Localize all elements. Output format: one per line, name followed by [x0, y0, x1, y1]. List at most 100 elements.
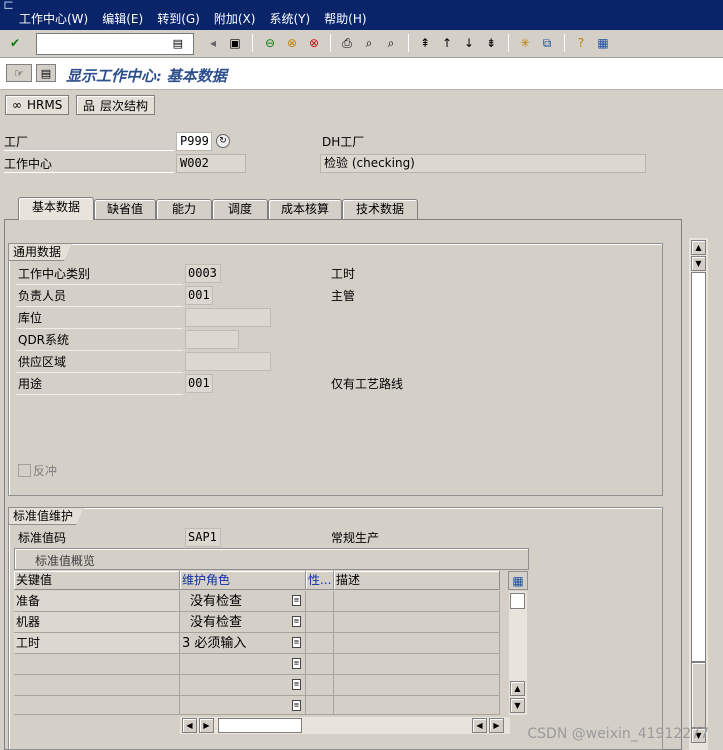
enter-check-icon[interactable]: ✔: [6, 34, 24, 52]
page-scroll-down-icon[interactable]: ▼: [691, 256, 706, 271]
storage-location-field[interactable]: [185, 308, 271, 327]
last-page-icon[interactable]: ⇟: [482, 34, 500, 52]
tab-costing[interactable]: 成本核算: [268, 199, 342, 219]
tab-scheduling[interactable]: 调度: [212, 199, 268, 219]
print-icon[interactable]: ⎙: [338, 34, 356, 52]
back-arrow-icon[interactable]: ◂: [204, 34, 222, 52]
table-row-attr[interactable]: [306, 591, 334, 612]
page-vertical-scrollbar[interactable]: ▲ ▼ ▼: [689, 238, 708, 750]
table-scroll-up-icon[interactable]: ▲: [510, 681, 525, 696]
dropdown-icon[interactable]: ≡: [292, 637, 301, 648]
save-icon[interactable]: ▣: [226, 34, 244, 52]
menu-system[interactable]: 系统(Y): [269, 10, 310, 27]
find-icon[interactable]: ⌕: [360, 34, 378, 52]
menu-goto[interactable]: 转到(G): [157, 10, 200, 27]
table-row-attr[interactable]: [306, 675, 334, 696]
menu-edit[interactable]: 编辑(E): [102, 10, 143, 27]
table-row-attr[interactable]: [306, 633, 334, 654]
dropdown-icon[interactable]: ≡: [292, 700, 301, 711]
hscroll-thumb[interactable]: [218, 718, 302, 733]
table-config-icon[interactable]: ▦: [508, 571, 528, 590]
find-next-icon[interactable]: ⌕: [382, 34, 400, 52]
first-page-icon[interactable]: ⇞: [416, 34, 434, 52]
table-row-desc: [334, 696, 500, 715]
layout-menu-icon[interactable]: ▦: [594, 34, 612, 52]
back-icon[interactable]: ⊖: [261, 34, 279, 52]
page-title: 显示工作中心: 基本数据: [66, 67, 227, 85]
menu-icon[interactable]: ▤: [36, 64, 56, 82]
page-scroll-thumb[interactable]: [691, 272, 706, 662]
backflush-label: 反冲: [33, 464, 58, 478]
backflush-checkbox[interactable]: [18, 464, 31, 477]
tab-technical-data[interactable]: 技术数据: [342, 199, 418, 219]
hscroll-right-icon[interactable]: ▶: [199, 718, 214, 733]
hrms-button-label: HRMS: [27, 98, 63, 112]
hierarchy-icon: 品: [83, 98, 96, 113]
page-scroll-up-icon[interactable]: ▲: [691, 240, 706, 255]
next-page-icon[interactable]: ↓: [460, 34, 478, 52]
table-row-desc: [334, 633, 500, 654]
plant-field[interactable]: P999: [176, 132, 212, 151]
table-scroll-thumb[interactable]: [510, 593, 525, 609]
help-icon[interactable]: ?: [572, 34, 590, 52]
plant-label: 工厂: [4, 133, 174, 151]
col-header-attr[interactable]: 性...: [306, 571, 334, 590]
tab-defaults[interactable]: 缺省值: [94, 199, 156, 219]
responsible-field[interactable]: 001: [185, 286, 213, 305]
exit-icon[interactable]: ⊗: [283, 34, 301, 52]
menu-help[interactable]: 帮助(H): [324, 10, 366, 27]
table-row-role[interactable]: ≡: [180, 696, 306, 715]
dropdown-icon[interactable]: ≡: [292, 595, 301, 606]
col-header-desc[interactable]: 描述: [334, 571, 500, 590]
command-field[interactable]: ▤: [36, 33, 194, 55]
refresh-icon[interactable]: ↻: [216, 134, 230, 148]
hscroll-right2-icon[interactable]: ▶: [489, 718, 504, 733]
work-center-field[interactable]: W002: [176, 154, 246, 173]
table-row-key: 工时: [14, 633, 180, 654]
responsible-desc: 主管: [331, 289, 356, 303]
new-session-icon[interactable]: ✳: [516, 34, 534, 52]
col-header-role[interactable]: 维护角色: [180, 571, 306, 590]
table-row-attr[interactable]: [306, 696, 334, 715]
cancel-icon[interactable]: ⊗: [305, 34, 323, 52]
usage-field[interactable]: 001: [185, 374, 213, 393]
std-key-field[interactable]: SAP1: [185, 528, 221, 547]
hscroll-left2-icon[interactable]: ◀: [472, 718, 487, 733]
dropdown-icon[interactable]: ≡: [292, 679, 301, 690]
menu-workcenter[interactable]: 工作中心(W): [19, 10, 88, 27]
work-center-description: 检验 (checking): [320, 154, 646, 173]
qdr-system-field[interactable]: [185, 330, 239, 349]
table-row-desc: [334, 654, 500, 675]
table-scroll-down-icon[interactable]: ▼: [510, 698, 525, 713]
table-row-attr[interactable]: [306, 612, 334, 633]
table-row-role[interactable]: 3 必须输入 ≡: [180, 633, 306, 654]
wc-category-field[interactable]: 0003: [185, 264, 221, 283]
toolbar-separator: [252, 34, 253, 52]
prev-page-icon[interactable]: ↑: [438, 34, 456, 52]
table-row-attr[interactable]: [306, 654, 334, 675]
table-row-desc: [334, 591, 500, 612]
col-header-key[interactable]: 关键值: [14, 571, 180, 590]
dropdown-icon[interactable]: ≡: [292, 616, 301, 627]
dropdown-icon[interactable]: ▤: [173, 37, 183, 50]
table-row-role[interactable]: 没有检查 ≡: [180, 591, 306, 612]
table-row-key: 准备: [14, 591, 180, 612]
shortcut-icon[interactable]: ⧉: [538, 34, 556, 52]
page-scroll-track[interactable]: [691, 662, 706, 728]
table-vertical-scrollbar[interactable]: ▲ ▼: [509, 591, 527, 715]
table-row-role[interactable]: ≡: [180, 654, 306, 675]
responsible-label: 负责人员: [16, 286, 183, 307]
table-row-role[interactable]: ≡: [180, 675, 306, 696]
menu-extras[interactable]: 附加(X): [214, 10, 256, 27]
hrms-button[interactable]: ∞ HRMS: [5, 95, 70, 115]
tab-capacity[interactable]: 能力: [156, 199, 212, 219]
select-icon[interactable]: ☞: [6, 64, 32, 82]
table-row-role[interactable]: 没有检查 ≡: [180, 612, 306, 633]
dropdown-icon[interactable]: ≡: [292, 658, 301, 669]
wc-category-desc: 工时: [331, 267, 356, 281]
hscroll-left-icon[interactable]: ◀: [182, 718, 197, 733]
table-horizontal-scrollbar[interactable]: ◀ ▶ ◀ ▶: [180, 717, 510, 734]
tab-basic-data[interactable]: 基本数据: [18, 197, 94, 220]
hierarchy-button[interactable]: 品 层次结构: [76, 95, 156, 115]
supply-area-field[interactable]: [185, 352, 271, 371]
